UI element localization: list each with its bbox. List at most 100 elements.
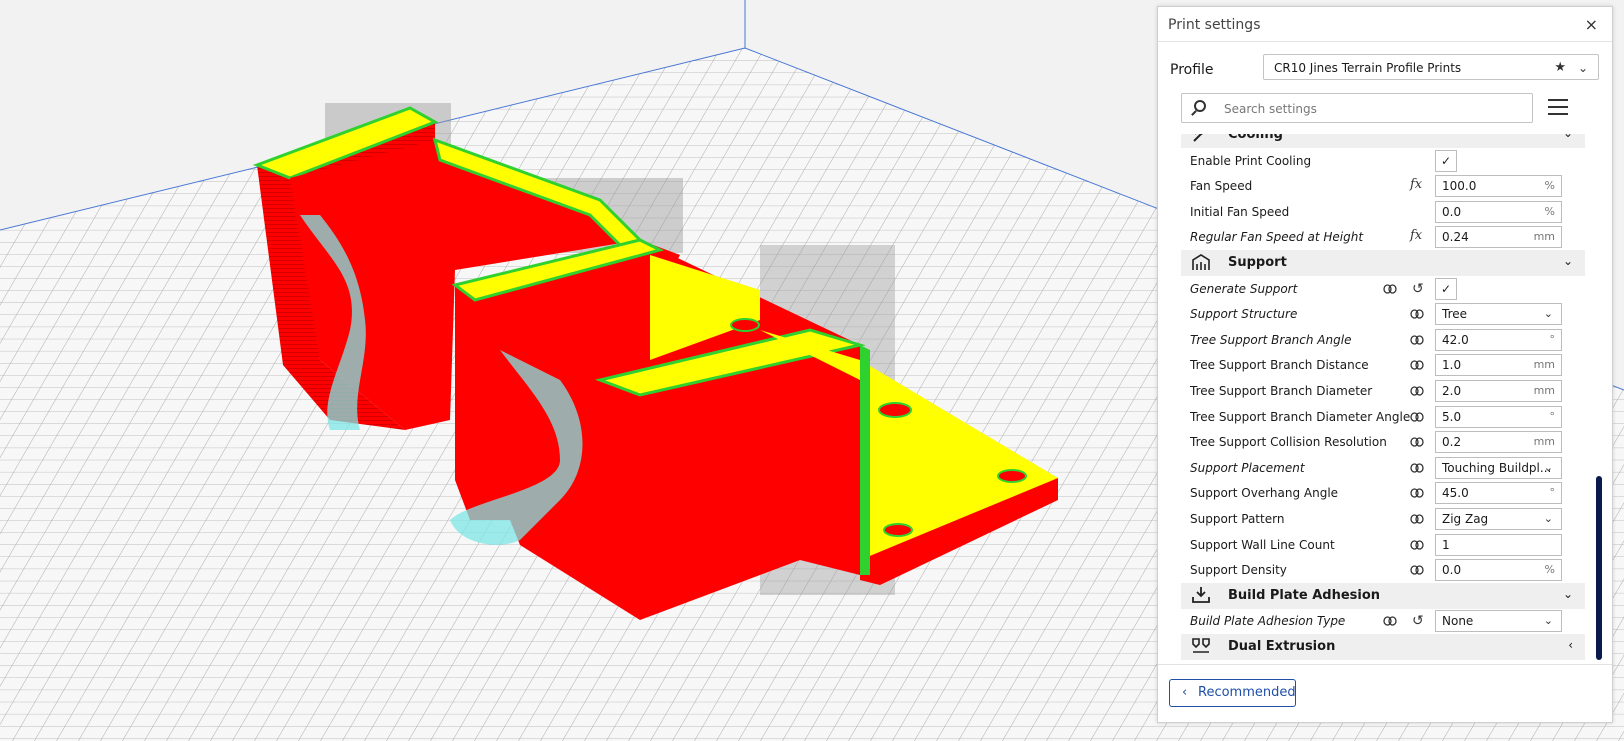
setting-row[interactable]: Tree Support Collision Resolution 0.2 mm xyxy=(1181,429,1585,455)
setting-row[interactable]: Tree Support Branch Distance 1.0 mm xyxy=(1181,352,1585,378)
setting-label: Tree Support Branch Diameter Angle xyxy=(1190,409,1411,424)
setting-input[interactable]: 0.0% xyxy=(1435,200,1562,223)
setting-input[interactable]: 0.24 mm xyxy=(1435,226,1562,249)
setting-value: 0.24 xyxy=(1442,230,1469,245)
recommended-button[interactable]: ‹ Recommended xyxy=(1169,679,1296,707)
setting-select[interactable]: Zig Zag ⌄ xyxy=(1435,508,1562,530)
unit-label: mm xyxy=(1533,230,1555,244)
setting-input[interactable]: 5.0 ° xyxy=(1435,405,1562,428)
setting-label: Initial Fan Speed xyxy=(1190,204,1290,219)
chevron-down-icon: ⌄ xyxy=(1563,134,1573,140)
setting-row[interactable]: Fan Speed fx 100.0% xyxy=(1181,173,1585,199)
fan-icon xyxy=(1191,134,1211,143)
setting-input[interactable]: 1.0 mm xyxy=(1435,354,1562,377)
function-icon: fx xyxy=(1410,228,1423,244)
chevron-down-icon: ⌄ xyxy=(1543,614,1553,628)
link-icon xyxy=(1410,436,1424,447)
print-settings-panel: Print settings × Profile CR10 Jines Terr… xyxy=(1157,6,1613,723)
setting-value: 0.2 xyxy=(1442,435,1462,450)
chevron-left-icon: ‹ xyxy=(1182,685,1188,700)
setting-label: Regular Fan Speed at Height xyxy=(1190,230,1364,245)
function-icon: fx xyxy=(1410,177,1423,193)
setting-value: Tree xyxy=(1442,307,1468,322)
setting-value: 1 xyxy=(1442,537,1450,552)
reset-icon[interactable]: ↺ xyxy=(1412,613,1424,629)
setting-row[interactable]: Support Wall Line Count 1 xyxy=(1181,532,1585,558)
setting-input[interactable]: 0.2 mm xyxy=(1435,431,1562,454)
support-icon xyxy=(1191,253,1211,271)
setting-row[interactable]: Tree Support Branch Angle 42.0 ° xyxy=(1181,327,1585,353)
close-icon[interactable]: × xyxy=(1585,15,1598,34)
unit-label: mm xyxy=(1533,358,1555,372)
setting-label: Enable Print Cooling xyxy=(1190,153,1312,168)
setting-row[interactable]: Enable Print Cooling ✓ xyxy=(1181,148,1585,174)
setting-select[interactable]: None ⌄ xyxy=(1435,610,1562,633)
chevron-down-icon: ⌄ xyxy=(1562,586,1573,601)
setting-row[interactable]: Support Structure Tree ⌄ xyxy=(1181,301,1585,327)
setting-label: Support Wall Line Count xyxy=(1190,537,1335,552)
setting-select[interactable]: Touching Buildpl... ⌄ xyxy=(1435,456,1562,479)
setting-row[interactable]: Support Overhang Angle 45.0 ° xyxy=(1181,480,1585,506)
setting-row[interactable]: Regular Fan Speed at Height fx 0.24 mm xyxy=(1181,224,1585,250)
setting-input[interactable]: 45.0 ° xyxy=(1435,482,1562,505)
setting-label: Tree Support Branch Distance xyxy=(1190,358,1369,373)
chevron-down-icon: ⌄ xyxy=(1577,61,1588,75)
category-build-plate-adhesion[interactable]: Build Plate Adhesion ⌄ xyxy=(1181,582,1585,609)
category-label: Support xyxy=(1228,255,1287,270)
profile-select[interactable]: CR10 Jines Terrain Profile Prints ★ ⌄ xyxy=(1263,54,1599,80)
setting-row[interactable]: Support Pattern Zig Zag ⌄ xyxy=(1181,506,1585,532)
setting-input[interactable]: 2.0 mm xyxy=(1435,380,1562,402)
setting-label: Fan Speed xyxy=(1190,179,1253,194)
setting-label: Tree Support Collision Resolution xyxy=(1190,435,1387,450)
setting-row[interactable]: Tree Support Branch Diameter 2.0 mm xyxy=(1181,378,1585,404)
setting-value: 45.0 xyxy=(1442,486,1469,501)
setting-label: Support Pattern xyxy=(1190,512,1285,526)
setting-label: Tree Support Branch Angle xyxy=(1190,332,1352,347)
setting-input[interactable]: 0.0% xyxy=(1435,559,1562,582)
setting-input[interactable]: 1 xyxy=(1435,533,1562,556)
category-label: Build Plate Adhesion xyxy=(1228,587,1381,603)
setting-checkbox[interactable]: ✓ xyxy=(1435,149,1457,172)
setting-label: Generate Support xyxy=(1190,281,1298,296)
link-icon xyxy=(1410,513,1424,524)
setting-input[interactable]: 100.0% xyxy=(1435,175,1562,198)
setting-row[interactable]: Initial Fan Speed 0.0% xyxy=(1181,199,1585,225)
link-icon xyxy=(1410,334,1424,345)
category-cooling[interactable]: Cooling ⌄ xyxy=(1181,134,1585,148)
setting-label: Support Density xyxy=(1190,563,1287,578)
reset-icon[interactable]: ↺ xyxy=(1412,281,1424,297)
search-input[interactable] xyxy=(1222,98,1526,120)
unit-label: % xyxy=(1544,179,1555,193)
profile-value: CR10 Jines Terrain Profile Prints xyxy=(1274,61,1462,75)
settings-list[interactable]: Cooling ⌄ Enable Print Cooling ✓ Fan Speed fx… xyxy=(1181,134,1585,670)
link-icon xyxy=(1410,411,1424,422)
setting-row[interactable]: Support Placement Touching Buildpl... ⌄ xyxy=(1181,455,1585,481)
unit-label: ° xyxy=(1549,409,1556,423)
star-icon[interactable]: ★ xyxy=(1554,55,1566,81)
setting-row[interactable]: Generate Support ↺ ✓ xyxy=(1181,276,1585,302)
scrollbar[interactable] xyxy=(1596,476,1602,660)
setting-label: Support Placement xyxy=(1190,460,1305,475)
unit-label: mm xyxy=(1533,384,1555,397)
setting-value: 42.0 xyxy=(1442,332,1469,347)
setting-value: 5.0 xyxy=(1442,409,1462,424)
link-icon xyxy=(1410,564,1424,575)
chevron-down-icon: ⌄ xyxy=(1562,254,1573,268)
search-field[interactable] xyxy=(1181,93,1533,123)
setting-input[interactable]: 42.0 ° xyxy=(1435,328,1562,351)
setting-label: Tree Support Branch Diameter xyxy=(1190,384,1373,398)
unit-label: ° xyxy=(1549,332,1556,346)
category-support[interactable]: Support ⌄ xyxy=(1181,250,1585,276)
settings-menu-icon[interactable] xyxy=(1548,99,1568,116)
setting-row[interactable]: Tree Support Branch Diameter Angle 5.0 ° xyxy=(1181,404,1585,430)
divider xyxy=(1158,664,1612,665)
setting-row[interactable]: Support Density 0.0% xyxy=(1181,557,1585,583)
link-icon xyxy=(1410,385,1424,396)
category-label: Dual Extrusion xyxy=(1228,639,1336,654)
setting-checkbox[interactable]: ✓ xyxy=(1435,277,1457,300)
category-dual-extrusion[interactable]: Dual Extrusion ‹ xyxy=(1181,634,1585,660)
setting-select[interactable]: Tree ⌄ xyxy=(1435,303,1562,326)
link-icon xyxy=(1410,539,1424,550)
setting-label: Support Structure xyxy=(1190,307,1298,322)
setting-row[interactable]: Build Plate Adhesion Type ↺ None ⌄ xyxy=(1181,608,1585,634)
